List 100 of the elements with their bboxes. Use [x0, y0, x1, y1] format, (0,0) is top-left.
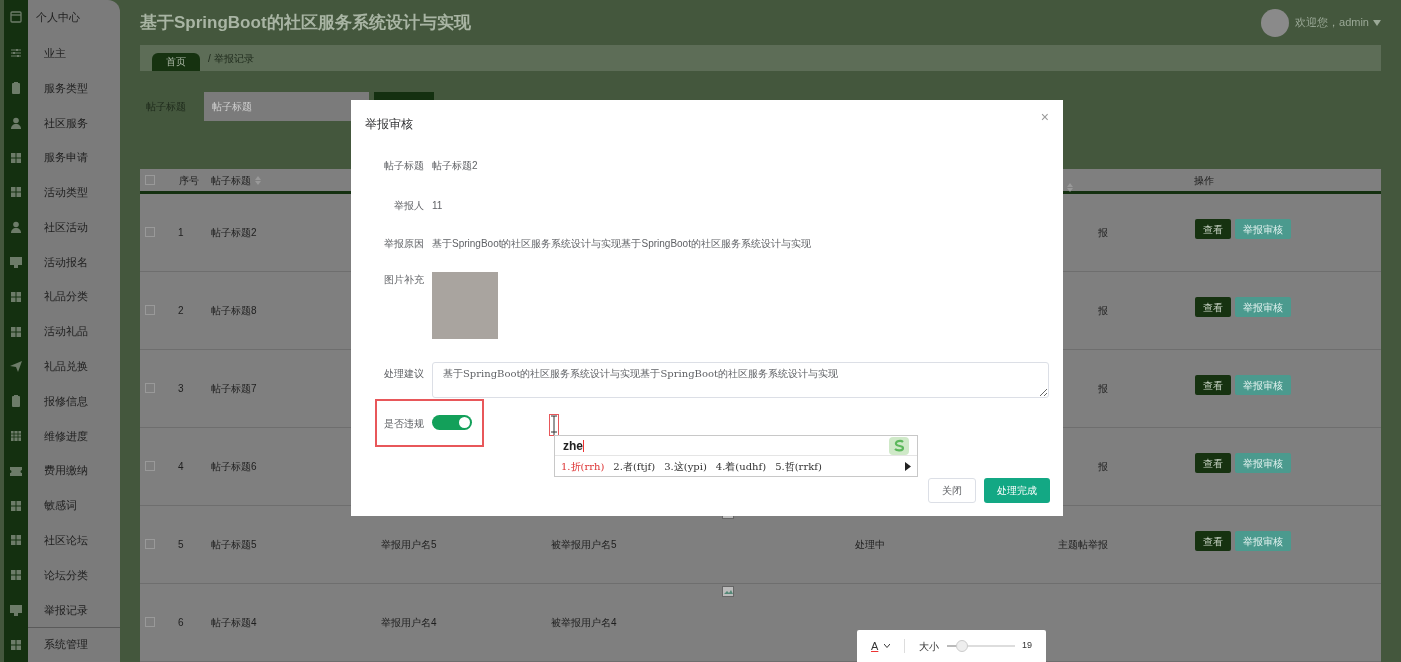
calendar-icon [9, 428, 23, 443]
table-cell-text: 举报用户名4 [381, 616, 437, 630]
checkbox[interactable] [145, 617, 155, 627]
review-button[interactable]: 举报审核 [1235, 531, 1291, 551]
view-button[interactable]: 查看 [1195, 219, 1231, 239]
sidebar-item[interactable]: 系统管理 [44, 636, 88, 653]
field-label: 处理建议 [384, 367, 424, 381]
close-dialog-button[interactable]: 关闭 [928, 478, 976, 503]
ime-candidate[interactable]: 3.这(ypi) [664, 458, 707, 474]
field-label: 帖子标题 [384, 159, 424, 173]
table-cell-text: 被举报用户名5 [551, 538, 617, 552]
field-label: 举报原因 [384, 237, 424, 251]
table-cell-text: 主题帖举报 [1058, 538, 1108, 552]
table-cell-text: 报 [1098, 226, 1108, 240]
checkbox[interactable] [145, 305, 155, 315]
caret-down-icon [884, 644, 891, 648]
review-button[interactable]: 举报审核 [1235, 219, 1291, 239]
table-cell-text: 帖子标题7 [211, 382, 257, 396]
checkbox[interactable] [145, 539, 155, 549]
table-cell-text: 2 [178, 304, 184, 318]
table-cell-text: 报 [1098, 460, 1108, 474]
sidebar-item[interactable]: 活动类型 [44, 184, 88, 201]
ime-candidate[interactable]: 4.着(udhf) [715, 458, 767, 474]
review-button[interactable]: 举报审核 [1235, 375, 1291, 395]
sidebar-item[interactable]: 社区活动 [44, 218, 88, 236]
photo-placeholder [432, 272, 498, 339]
view-button[interactable]: 查看 [1195, 531, 1231, 551]
view-button[interactable]: 查看 [1195, 453, 1231, 473]
table-cell-text: 4 [178, 460, 184, 474]
ime-composition-text: zhe [563, 437, 583, 455]
ime-candidate[interactable]: 1.折(rrh) [561, 458, 605, 474]
table-cell-text: 3 [178, 382, 184, 396]
card-icon [9, 9, 23, 24]
grid-icon [9, 533, 23, 548]
sidebar-item[interactable]: 服务申请 [44, 149, 88, 166]
field-value: 11 [432, 199, 443, 213]
sidebar-item[interactable]: 报修信息 [44, 392, 88, 410]
ime-candidate[interactable]: 5.哲(rrkf) [775, 458, 822, 474]
table-cell-text: 报 [1098, 382, 1108, 396]
sidebar-item[interactable]: 服务类型 [44, 79, 88, 97]
size-slider[interactable] [947, 640, 1016, 652]
checkbox[interactable] [145, 461, 155, 471]
breadcrumb-home[interactable]: 首页 [152, 53, 200, 71]
s-logo-icon [889, 436, 909, 455]
table-cell-text: 报 [1098, 304, 1108, 318]
review-button[interactable]: 举报审核 [1235, 297, 1291, 317]
column-header: 操作 [1194, 173, 1214, 188]
ime-candidate[interactable]: 2.者(ftjf) [613, 458, 656, 474]
grid-icon [9, 289, 23, 304]
sidebar-item[interactable]: 敏感词 [44, 497, 77, 514]
grid-icon [9, 498, 23, 513]
table-cell-text: 帖子标题6 [211, 460, 257, 474]
table-cell-text: 帖子标题5 [211, 538, 257, 552]
sidebar-item[interactable]: 社区论坛 [44, 532, 88, 549]
sidebar-item[interactable]: 活动礼品 [44, 323, 88, 340]
font-color-button[interactable]: A [871, 637, 879, 655]
welcome-text[interactable]: 欢迎您，admin [1295, 14, 1369, 31]
grid-icon [9, 150, 23, 165]
sort-icon [1067, 183, 1073, 192]
sidebar-item[interactable]: 举报记录 [44, 601, 88, 619]
sidebar-item[interactable]: 活动报名 [44, 253, 88, 271]
sidebar-item[interactable]: 社区服务 [44, 114, 88, 131]
grid-icon [9, 637, 23, 652]
sidebar-item[interactable]: 费用缴纳 [44, 462, 88, 479]
avatar[interactable] [1261, 8, 1290, 37]
sort-icon [255, 175, 261, 185]
toggle-switch[interactable] [432, 415, 472, 430]
sidebar-item[interactable]: 维修进度 [44, 427, 88, 445]
table-cell-text: 6 [178, 616, 184, 630]
sidebar-item[interactable]: 礼品分类 [44, 288, 88, 305]
sidebar-header[interactable]: 个人中心 [36, 8, 80, 26]
person-icon [9, 115, 23, 130]
close-button[interactable]: × [1040, 110, 1049, 124]
textarea-field[interactable]: 基于SpringBoot的社区服务系统设计与实现基于SpringBoot的社区服务系统设计与实现 [432, 362, 1049, 398]
checkbox[interactable] [145, 227, 155, 237]
view-button[interactable]: 查看 [1195, 375, 1231, 395]
confirm-button[interactable]: 处理完成 [984, 478, 1050, 503]
caret-down-icon [1373, 19, 1381, 26]
view-button[interactable]: 查看 [1195, 297, 1231, 317]
slider-thumb[interactable] [955, 640, 968, 652]
person-icon [9, 220, 23, 235]
sidebar-item[interactable]: 论坛分类 [44, 566, 88, 584]
text-cursor-icon [549, 414, 559, 436]
checkbox[interactable] [145, 383, 155, 393]
review-button[interactable]: 举报审核 [1235, 453, 1291, 473]
table-cell-text: 帖子标题4 [211, 616, 257, 630]
page-title: 基于SpringBoot的社区服务系统设计与实现 [140, 11, 471, 34]
table-cell-text: 帖子标题2 [211, 226, 257, 240]
clipboard-icon [9, 394, 23, 409]
field-label: 图片补充 [384, 273, 424, 287]
table-cell-text: 处理中 [855, 538, 885, 552]
size-label: 大小 [919, 639, 940, 654]
sidebar-item[interactable]: 礼品兑换 [44, 358, 88, 375]
field-value: 帖子标题2 [432, 159, 478, 173]
sidebar-item[interactable]: 业主 [44, 44, 66, 62]
table-cell-text: 帖子标题8 [211, 304, 257, 318]
checkbox[interactable] [145, 175, 155, 185]
paper-plane-icon [9, 359, 23, 374]
table-cell-text: 1 [178, 226, 184, 240]
column-header[interactable]: 帖子标题 [211, 172, 251, 188]
